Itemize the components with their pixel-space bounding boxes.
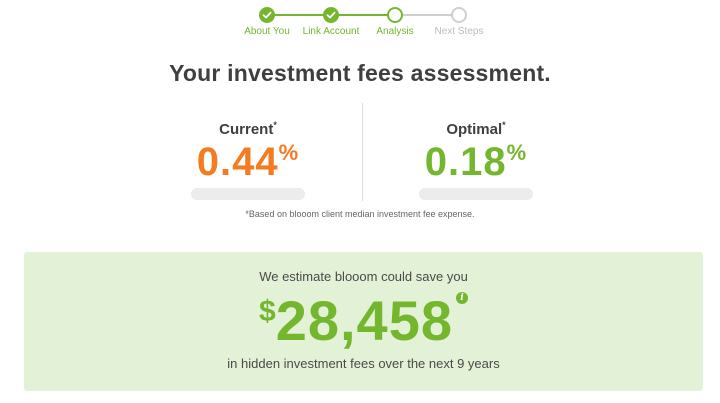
optimal-fee-percent: % [506,140,528,165]
savings-amount: $28,458 i [24,289,703,353]
current-fee-label: Current [219,121,274,138]
current-fee-value: 0.44% [148,140,348,184]
step-label-analysis: Analysis [376,26,414,37]
step-3-current-indicator [387,7,403,23]
step-label-link-account[interactable]: Link Account [303,26,360,37]
optimal-fee-title: Optimal* [376,120,576,138]
step-connector [267,14,331,16]
optimal-fee-bar [419,188,533,200]
step-4-pending-indicator [451,7,467,23]
current-fee-number: 0.44 [196,140,279,184]
step-connector [331,14,395,16]
progress-stepper: About You Link Account Analysis Next Ste… [235,5,495,41]
fee-footnote: *Based on blooom client median investmen… [245,209,475,219]
current-fee-percent: % [278,140,300,165]
savings-value: 28,458 [275,289,453,352]
column-divider [362,103,363,201]
current-fee-panel: Current* 0.44% [148,120,348,200]
optimal-fee-value: 0.18% [376,140,576,184]
optimal-fee-label: Optimal [446,121,503,138]
step-connector [395,14,459,16]
savings-intro: We estimate blooom could save you [259,269,468,284]
step-2-check-icon [323,7,339,23]
page-title: Your investment fees assessment. [169,60,551,86]
savings-outro: in hidden investment fees over the next … [227,356,500,371]
current-fee-bar [191,188,305,200]
step-label-about-you[interactable]: About You [244,26,290,37]
step-1-check-icon [259,7,275,23]
current-fee-title: Current* [148,120,348,138]
optimal-fee-asterisk: * [502,120,506,130]
step-label-next-steps: Next Steps [434,26,484,37]
info-icon[interactable]: i [455,292,468,304]
savings-currency: $ [259,295,276,328]
current-fee-asterisk: * [273,120,277,130]
optimal-fee-number: 0.18 [424,140,507,184]
savings-panel: We estimate blooom could save you $28,45… [24,252,703,391]
optimal-fee-panel: Optimal* 0.18% [376,120,576,200]
